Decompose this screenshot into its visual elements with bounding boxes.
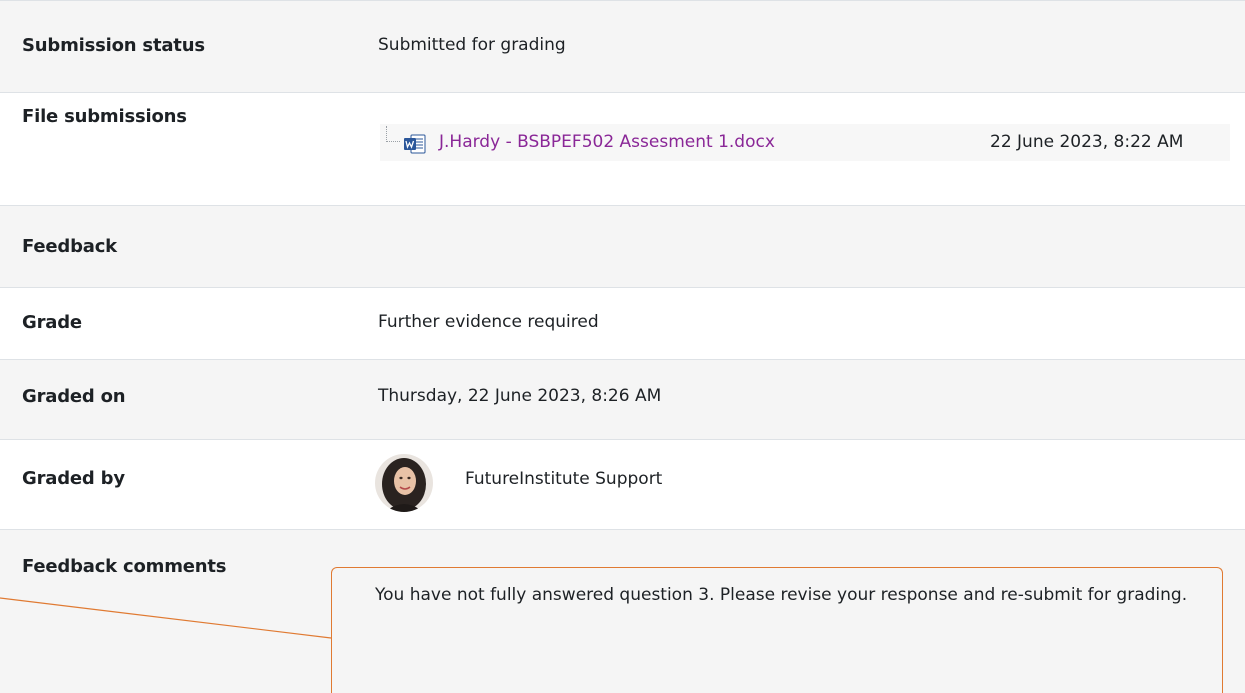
graded-by-value: FutureInstitute Support xyxy=(465,469,663,489)
feedback-heading: Feedback xyxy=(22,236,117,257)
feedback-comments-value: You have not fully answered question 3. … xyxy=(375,585,1188,605)
graded-on-label: Graded on xyxy=(22,386,126,407)
graded-by-label: Graded by xyxy=(22,468,125,489)
submission-status-value: Submitted for grading xyxy=(378,35,566,55)
grade-label: Grade xyxy=(22,312,82,333)
grader-avatar xyxy=(375,454,433,512)
row-graded-on: Graded on Thursday, 22 June 2023, 8:26 A… xyxy=(0,359,1245,439)
submission-status-label: Submission status xyxy=(22,35,205,56)
row-feedback-heading: Feedback xyxy=(0,205,1245,287)
submitted-file-link[interactable]: J.Hardy - BSBPEF502 Assesment 1.docx xyxy=(439,132,775,152)
feedback-comments-label: Feedback comments xyxy=(22,556,227,577)
row-grade: Grade Further evidence required xyxy=(0,287,1245,359)
row-graded-by: Graded by FutureInstitute Support xyxy=(0,439,1245,529)
row-submission-status: Submission status Submitted for grading xyxy=(0,0,1245,92)
submitted-file-date: 22 June 2023, 8:22 AM xyxy=(990,132,1184,152)
tree-connector xyxy=(386,126,400,142)
word-doc-icon xyxy=(404,134,426,154)
graded-on-value: Thursday, 22 June 2023, 8:26 AM xyxy=(378,386,662,406)
grade-value: Further evidence required xyxy=(378,312,599,332)
file-submissions-label: File submissions xyxy=(22,106,187,127)
